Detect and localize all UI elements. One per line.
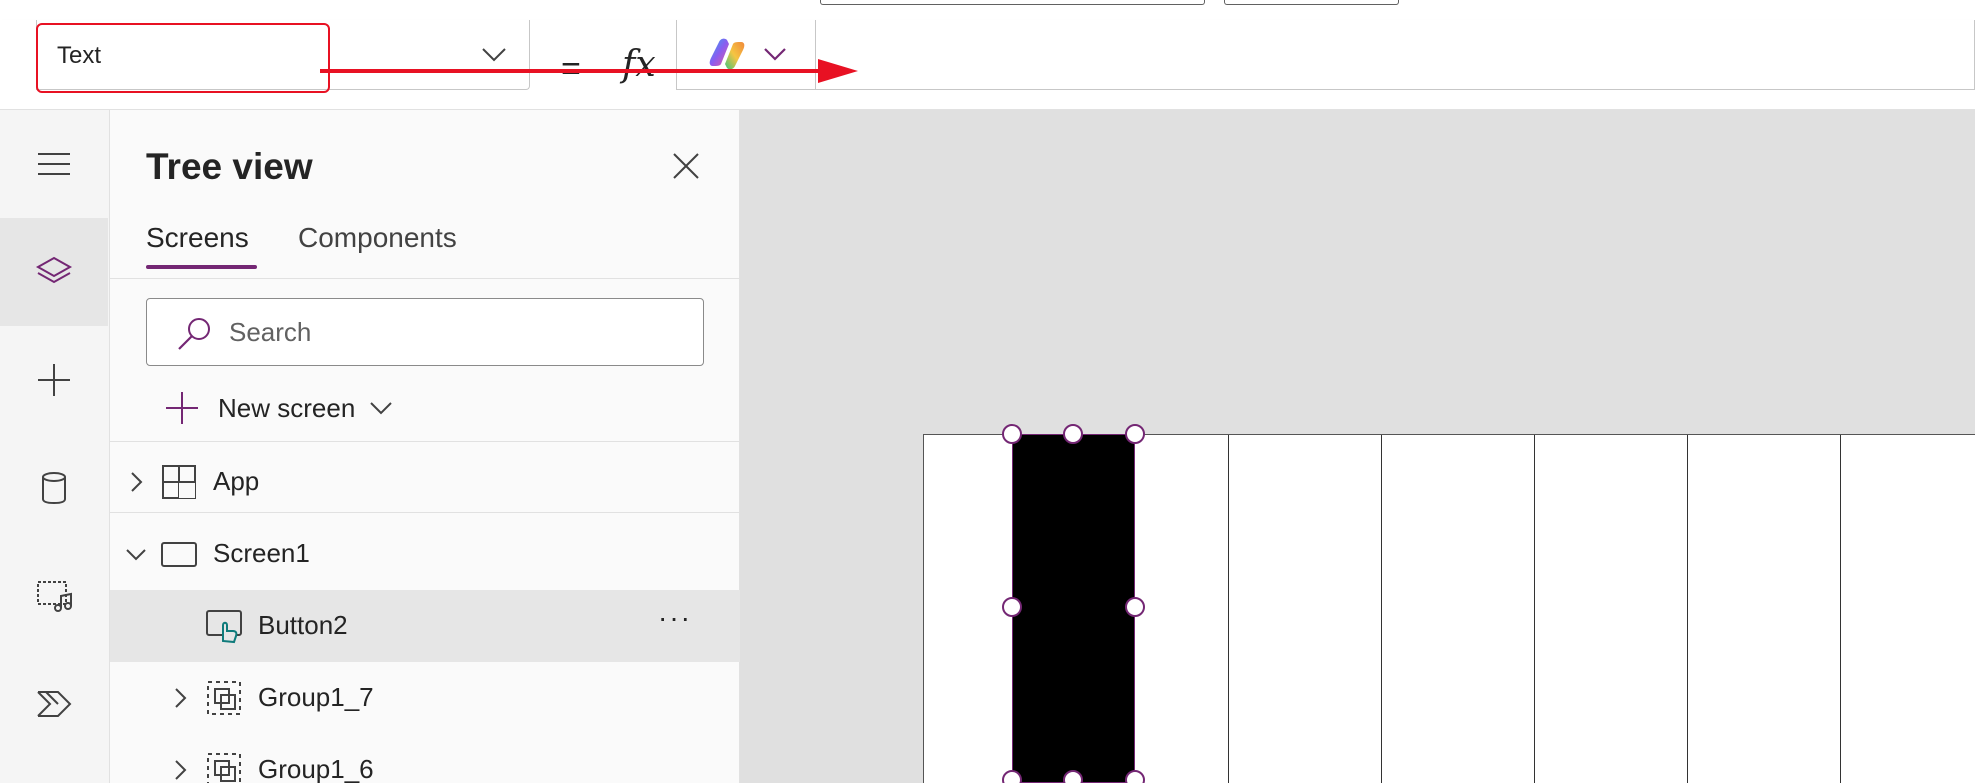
search-icon	[178, 318, 210, 350]
plus-icon	[166, 392, 198, 424]
divider	[110, 441, 740, 442]
tab-screens[interactable]: Screens	[146, 222, 249, 254]
resize-handle[interactable]	[1125, 424, 1145, 444]
chevron-down-icon[interactable]	[124, 542, 148, 566]
new-screen-button[interactable]: New screen	[162, 386, 395, 430]
left-navigation-rail	[0, 110, 110, 783]
top-toolbar-strip	[0, 0, 1975, 20]
top-control-box[interactable]	[820, 0, 1205, 5]
white-key[interactable]	[1841, 435, 1975, 783]
hamburger-menu-icon	[38, 153, 70, 175]
resize-handle[interactable]	[1125, 597, 1145, 617]
tree-item-button2[interactable]: Button2 ···	[110, 590, 740, 662]
tree-item-app[interactable]: App	[110, 446, 740, 518]
power-automate-icon	[37, 691, 72, 717]
tree-item-label: Screen1	[213, 538, 310, 568]
tree-item-group1-6[interactable]: Group1_6	[110, 734, 740, 783]
tree-item-label: App	[213, 466, 260, 496]
button-control-icon	[206, 610, 242, 644]
white-key[interactable]	[1229, 435, 1382, 783]
active-tab-indicator	[146, 265, 257, 269]
divider	[110, 512, 740, 513]
resize-handle[interactable]	[1063, 770, 1083, 783]
top-control-box-small[interactable]	[1224, 0, 1399, 5]
insert-button[interactable]	[0, 326, 108, 434]
tree-item-group1-7[interactable]: Group1_7	[110, 662, 740, 734]
data-button[interactable]	[0, 434, 108, 542]
group-icon	[207, 681, 241, 715]
tree-item-label: Group1_7	[258, 682, 374, 712]
tree-item-label: Group1_6	[258, 754, 374, 783]
divider	[110, 278, 740, 279]
resize-handle[interactable]	[1002, 770, 1022, 783]
formula-input[interactable]	[816, 20, 1975, 90]
database-icon	[42, 472, 66, 505]
more-options-button[interactable]: ···	[650, 602, 700, 642]
annotation-arrow-icon	[320, 59, 858, 83]
tree-item-label: Button2	[258, 610, 348, 640]
resize-handle[interactable]	[1002, 597, 1022, 617]
selected-button2-control[interactable]	[1012, 434, 1135, 783]
group-icon	[207, 753, 241, 783]
chevron-right-icon[interactable]	[168, 686, 192, 710]
screen-icon	[161, 542, 197, 567]
design-canvas[interactable]	[740, 110, 1975, 783]
power-automate-button[interactable]	[0, 650, 108, 758]
search-input[interactable]	[229, 317, 679, 348]
white-key[interactable]	[1535, 435, 1688, 783]
white-key[interactable]	[1688, 435, 1841, 783]
search-box[interactable]	[146, 298, 704, 366]
resize-handle[interactable]	[1063, 424, 1083, 444]
media-icon	[37, 581, 72, 612]
media-button[interactable]	[0, 542, 108, 650]
resize-handle[interactable]	[1002, 424, 1022, 444]
hamburger-menu-button[interactable]	[0, 110, 108, 218]
tab-components[interactable]: Components	[298, 222, 457, 254]
annotation-highlight-box	[36, 23, 330, 93]
white-key[interactable]	[1382, 435, 1535, 783]
close-icon	[673, 153, 699, 179]
chevron-right-icon[interactable]	[124, 470, 148, 494]
tree-item-screen1[interactable]: Screen1	[110, 518, 740, 590]
tree-view-panel: Tree view Screens Components New screen	[110, 110, 740, 783]
plus-icon	[38, 364, 70, 396]
app-icon	[162, 465, 196, 499]
close-button[interactable]	[666, 146, 706, 186]
resize-handle[interactable]	[1125, 770, 1145, 783]
layers-icon	[35, 256, 73, 284]
chevron-down-icon	[370, 402, 392, 415]
tree-view-title: Tree view	[146, 146, 313, 187]
tree-view-button[interactable]	[0, 218, 108, 326]
new-screen-label: New screen	[218, 392, 356, 423]
chevron-right-icon[interactable]	[168, 758, 192, 782]
